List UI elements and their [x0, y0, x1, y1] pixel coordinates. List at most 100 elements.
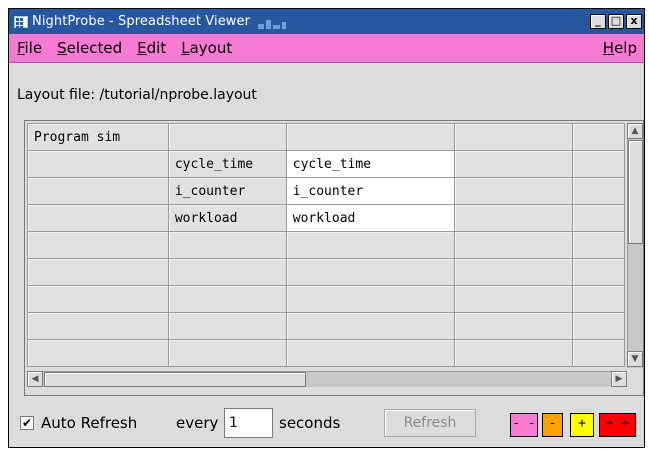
- grid-cell[interactable]: [167, 339, 287, 367]
- grid-cell[interactable]: [167, 123, 287, 151]
- table-row: [27, 285, 625, 313]
- table-row: Program sim: [27, 123, 625, 151]
- grid-cell[interactable]: [572, 150, 625, 178]
- grid-cell[interactable]: i_counter: [167, 177, 287, 205]
- grid-cell[interactable]: workload: [285, 204, 456, 232]
- speed-increase-button[interactable]: +: [570, 413, 594, 437]
- grid-cell[interactable]: [454, 150, 574, 178]
- menu-layout-label: ayout: [189, 39, 233, 57]
- menu-edit-mnemonic: E: [137, 39, 147, 57]
- grid-cell[interactable]: [27, 204, 169, 232]
- bottom-bar: ✔ Auto Refresh every 1 seconds Refresh -…: [9, 404, 644, 444]
- scroll-left-arrow-icon[interactable]: ◀: [27, 371, 43, 387]
- grid-cell[interactable]: [167, 258, 287, 286]
- grid-cell[interactable]: [454, 285, 574, 313]
- grid-cell[interactable]: [27, 258, 169, 286]
- spreadsheet-grid: Program sim cycle_time cycle_time i_counter…: [27, 123, 625, 368]
- menu-selected[interactable]: Selected: [49, 39, 129, 57]
- grid-cell[interactable]: [285, 231, 456, 259]
- table-row: workload workload: [27, 204, 625, 232]
- grid-cell[interactable]: [572, 258, 625, 286]
- app-window: NightProbe - Spreadsheet Viewer _ □ x Fi…: [8, 8, 645, 448]
- scroll-right-arrow-icon[interactable]: ▶: [611, 371, 627, 387]
- grid-cell[interactable]: [27, 339, 169, 367]
- grid-cell[interactable]: [285, 285, 456, 313]
- grid-cell[interactable]: [285, 123, 456, 151]
- refresh-button[interactable]: Refresh: [384, 409, 476, 437]
- grid-cell[interactable]: [572, 204, 625, 232]
- speed-increase-fast-button[interactable]: + +: [599, 413, 636, 437]
- menu-selected-mnemonic: S: [57, 39, 67, 57]
- grid-cell[interactable]: [285, 339, 456, 367]
- grid-cell[interactable]: [454, 339, 574, 367]
- grid-cell[interactable]: cycle_time: [167, 150, 287, 178]
- grid-cell[interactable]: [454, 312, 574, 340]
- menu-file-mnemonic: F: [17, 39, 25, 57]
- menu-layout[interactable]: Layout: [173, 39, 239, 57]
- grid-cell[interactable]: [454, 204, 574, 232]
- auto-refresh-checkbox[interactable]: ✔: [20, 416, 34, 430]
- seconds-label: seconds: [279, 414, 341, 432]
- table-row: [27, 339, 625, 367]
- horizontal-scrollbar[interactable]: ◀ ▶: [27, 371, 627, 387]
- grid-cell[interactable]: [167, 312, 287, 340]
- spreadsheet-frame: Program sim cycle_time cycle_time i_counter…: [24, 120, 644, 396]
- scroll-down-arrow-icon[interactable]: ▼: [627, 351, 643, 367]
- grid-cell[interactable]: [167, 231, 287, 259]
- grid-cell[interactable]: [572, 231, 625, 259]
- menu-file-label: ile: [24, 39, 43, 57]
- grid-cell[interactable]: i_counter: [285, 177, 456, 205]
- vertical-scroll-thumb[interactable]: [628, 140, 643, 244]
- table-row: i_counter i_counter: [27, 177, 625, 205]
- speed-decrease-button[interactable]: -: [542, 413, 563, 437]
- title-decoration-icon: [258, 15, 288, 29]
- table-row: [27, 258, 625, 286]
- speed-decrease-fast-button[interactable]: - -: [510, 413, 538, 437]
- horizontal-scroll-thumb[interactable]: [44, 372, 306, 387]
- grid-cell[interactable]: [454, 123, 574, 151]
- grid-cell[interactable]: [572, 123, 625, 151]
- grid-cell[interactable]: [27, 312, 169, 340]
- menu-bar: File Selected Edit Layout Help: [9, 34, 644, 63]
- menu-edit-label: dit: [146, 39, 167, 57]
- table-row: [27, 312, 625, 340]
- grid-cell[interactable]: Program sim: [27, 123, 169, 151]
- close-button[interactable]: x: [626, 14, 642, 29]
- menu-edit[interactable]: Edit: [129, 39, 173, 57]
- grid-cell[interactable]: [285, 258, 456, 286]
- minimize-button[interactable]: _: [590, 14, 606, 29]
- title-bar[interactable]: NightProbe - Spreadsheet Viewer _ □ x: [9, 9, 644, 34]
- app-icon: [14, 15, 28, 29]
- grid-cell[interactable]: [27, 150, 169, 178]
- menu-layout-mnemonic: L: [181, 39, 190, 57]
- menu-selected-label: elected: [66, 39, 123, 57]
- grid-cell[interactable]: [572, 312, 625, 340]
- menu-help-mnemonic: H: [602, 39, 615, 57]
- menu-help-label: elp: [614, 39, 637, 57]
- grid-cell[interactable]: cycle_time: [285, 150, 456, 178]
- vertical-scrollbar[interactable]: ▲ ▼: [627, 123, 643, 368]
- menu-file[interactable]: File: [9, 39, 49, 57]
- scroll-up-arrow-icon[interactable]: ▲: [627, 123, 643, 139]
- grid-cell[interactable]: workload: [167, 204, 287, 232]
- every-label: every: [176, 414, 219, 432]
- auto-refresh-label: Auto Refresh: [41, 414, 138, 432]
- grid-cell[interactable]: [285, 312, 456, 340]
- window-title: NightProbe - Spreadsheet Viewer: [32, 14, 251, 29]
- grid-cell[interactable]: [572, 339, 625, 367]
- grid-cell[interactable]: [572, 177, 625, 205]
- grid-cell[interactable]: [572, 285, 625, 313]
- grid-cell[interactable]: [454, 258, 574, 286]
- table-row: [27, 231, 625, 259]
- grid-cell[interactable]: [27, 231, 169, 259]
- grid-cell[interactable]: [167, 285, 287, 313]
- grid-cell[interactable]: [454, 177, 574, 205]
- seconds-input[interactable]: 1: [224, 408, 273, 438]
- layout-file-label: Layout file: /tutorial/nprobe.layout: [17, 87, 257, 103]
- grid-cell[interactable]: [27, 177, 169, 205]
- grid-cell[interactable]: [454, 231, 574, 259]
- menu-help[interactable]: Help: [595, 39, 644, 57]
- table-row: cycle_time cycle_time: [27, 150, 625, 178]
- maximize-button[interactable]: □: [608, 14, 624, 29]
- grid-cell[interactable]: [27, 285, 169, 313]
